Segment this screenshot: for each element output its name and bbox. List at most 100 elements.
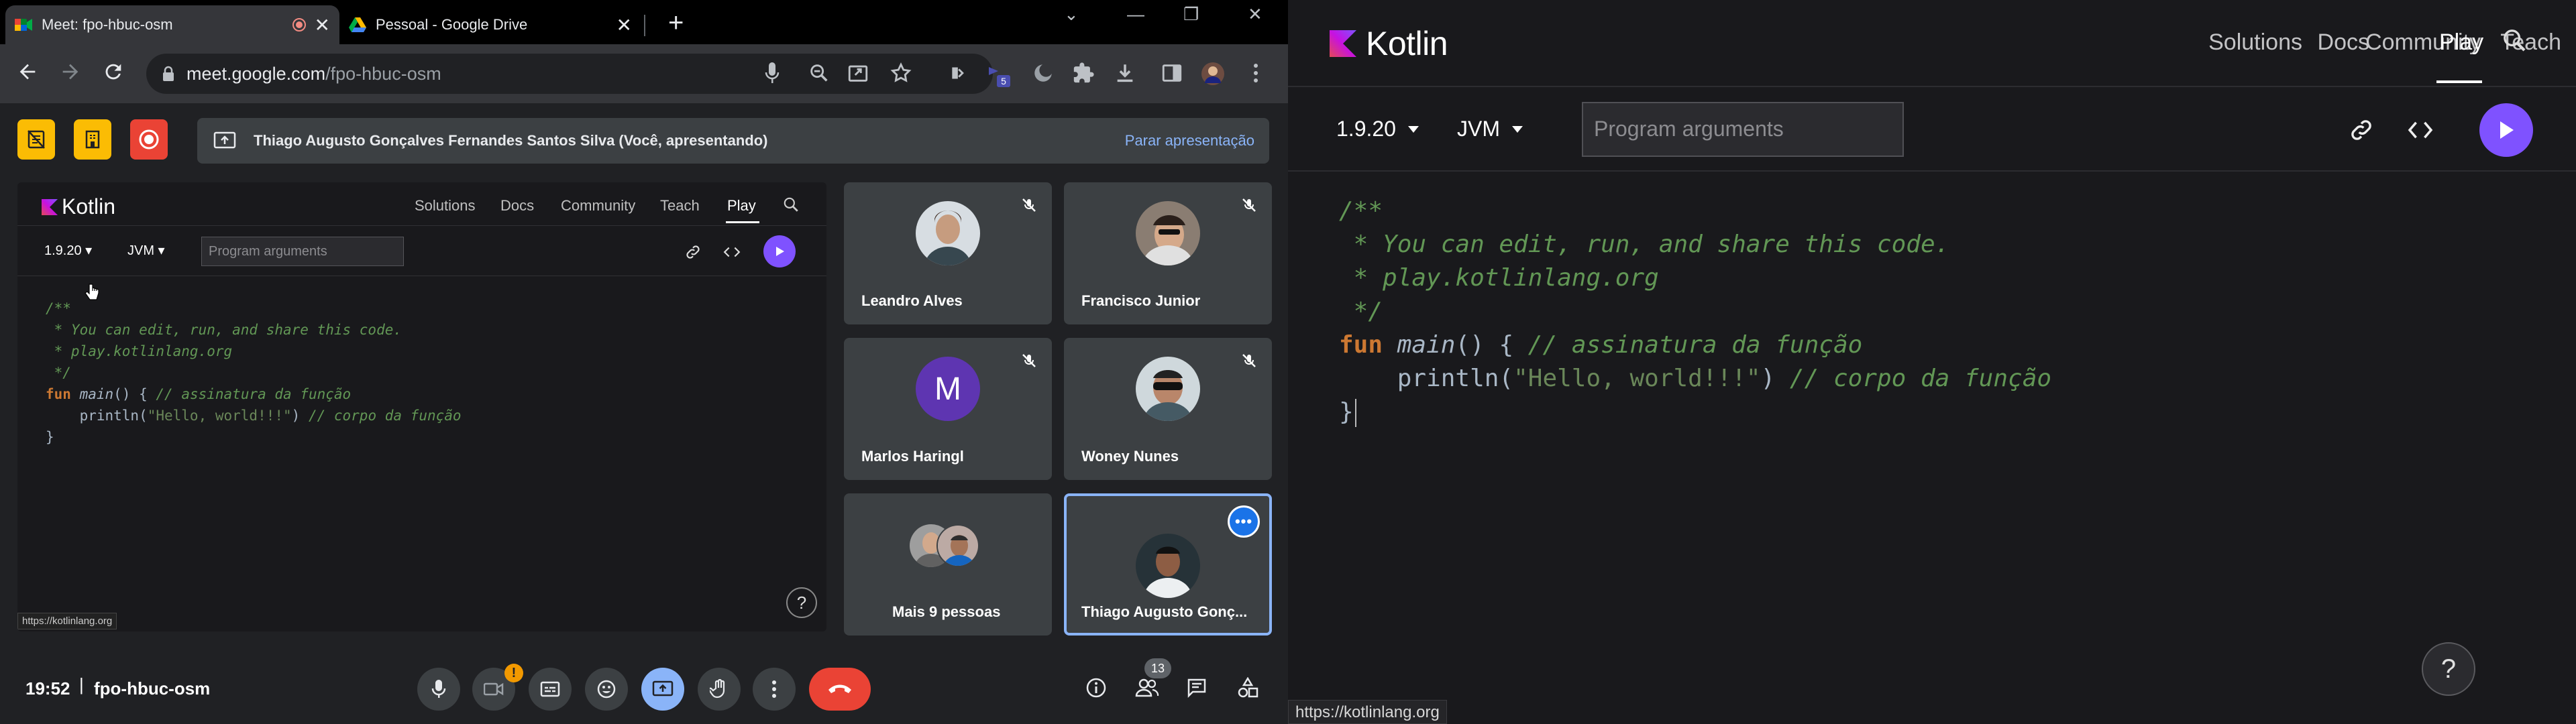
tab-search-icon[interactable]: ⌄ [1064,4,1079,25]
code-embed-icon[interactable] [2407,119,2434,141]
tab-strip: Meet: fpo-hbuc-osm ✕ Pessoal - Google Dr… [0,0,1288,44]
shared-version: 1.9.20 ▾ [44,243,93,258]
mic-off-icon [1021,353,1037,369]
close-tab-icon[interactable]: ✕ [616,14,632,36]
recording-button[interactable] [130,119,168,160]
camera-alert-badge: ! [504,664,523,682]
participant-name: Francisco Junior [1081,292,1201,309]
code-plain: ) [1760,365,1790,392]
url-path: /fpo-hbuc-osm [325,63,441,84]
screen: Meet: fpo-hbuc-osm ✕ Pessoal - Google Dr… [0,0,2576,724]
close-tab-icon[interactable]: ✕ [315,14,330,36]
forward-icon[interactable] [59,60,82,83]
chevron-down-icon [1407,125,1419,133]
extensions-puzzle-icon[interactable] [1072,62,1095,84]
meet-control-bar: 19:52 | fpo-hbuc-osm ! 13 [0,653,1288,724]
more-options-button[interactable]: ••• [1228,505,1260,538]
profile-avatar-icon[interactable] [1201,62,1225,86]
participant-tile[interactable]: Francisco Junior [1064,182,1272,324]
mic-off-icon [1021,197,1037,213]
close-window-icon[interactable]: ✕ [1248,4,1263,25]
avatar [1136,534,1200,598]
microphone-button[interactable] [417,668,460,711]
shared-platform-text: JVM [127,243,154,258]
download-icon[interactable] [1114,62,1136,84]
reload-icon[interactable] [102,60,125,83]
code-plain: } [46,429,54,445]
shared-code-editor: /** * You can edit, run, and share this … [46,298,462,448]
extension-badge-icon[interactable]: 5 [985,62,1014,88]
chevron-down-icon [1512,125,1523,133]
new-tab-icon[interactable]: + [668,8,684,38]
run-button[interactable] [2479,103,2533,157]
captions-button[interactable] [529,668,572,711]
hang-up-icon [827,683,853,695]
tab-drive[interactable]: Pessoal - Google Drive ✕ [339,5,641,44]
nav-play[interactable]: Play [2439,29,2483,56]
shared-nav-solutions: Solutions [415,197,476,214]
search-icon[interactable] [2501,27,2528,54]
participant-tile[interactable]: Leandro Alves [844,182,1052,324]
present-screen-button[interactable] [641,668,684,711]
more-people-label: Mais 9 pessoas [892,603,1001,620]
side-panel-icon[interactable] [1161,62,1183,84]
shared-help-icon: ? [786,587,817,618]
svg-text:5: 5 [1001,76,1006,86]
meet-app: Thiago Augusto Gonçalves Fernandes Santo… [0,103,1288,724]
share-icon[interactable] [847,62,869,84]
code-comment: // corpo da função [308,408,462,424]
leave-call-button[interactable] [809,668,871,711]
layout-button[interactable] [74,119,111,160]
code-comment: // corpo da função [1789,365,2052,392]
code-string: "Hello, world!!!" [1513,365,1761,392]
participant-tile-self[interactable]: ••• Thiago Augusto Gonç... [1064,493,1272,636]
avatar-letter: M [934,371,961,407]
participant-tile[interactable]: M Marlos Haringl [844,338,1052,480]
nav-docs[interactable]: Docs [2318,29,2369,56]
extension-moon-icon[interactable] [1032,62,1055,84]
back-icon[interactable] [16,60,39,83]
chat-icon[interactable] [1186,677,1208,699]
meeting-code: fpo-hbuc-osm [94,678,211,699]
chrome-menu-icon[interactable] [1252,62,1260,84]
lock-icon[interactable] [162,66,174,82]
tab-separator [644,15,645,36]
bookmark-star-icon[interactable] [890,62,912,84]
stop-presenting-button[interactable]: Parar apresentação [1125,132,1254,149]
kotlin-logo-icon [1330,30,1356,57]
meet-favicon-icon [15,17,32,32]
shared-nav-underline [726,221,759,223]
kotlin-logo-icon [42,198,58,215]
kotlin-logo[interactable]: Kotlin [1330,24,1448,63]
meeting-info-icon[interactable] [1085,677,1107,699]
minimize-icon[interactable]: — [1127,4,1144,25]
people-icon[interactable] [1135,677,1159,699]
tab-title: Meet: fpo-hbuc-osm [42,16,173,33]
more-options-button[interactable] [753,668,796,711]
code-editor[interactable]: /** * You can edit, run, and share this … [1339,194,2051,429]
program-arguments-input[interactable]: Program arguments [1582,102,1904,157]
code-fn-name: main [1397,331,1456,359]
help-button[interactable]: ? [2422,642,2475,696]
participant-name: Marlos Haringl [861,448,964,465]
share-link-icon[interactable] [2348,117,2375,143]
extension-cc-icon[interactable] [945,62,967,84]
emoji-reactions-button[interactable] [585,668,628,711]
presenting-banner: Thiago Augusto Gonçalves Fernandes Santo… [197,118,1269,164]
code-line: * You can edit, run, and share this code… [1339,231,1950,258]
nav-solutions[interactable]: Solutions [2208,29,2302,56]
restore-icon[interactable]: ❐ [1183,4,1199,25]
participant-tile[interactable]: Woney Nunes [1064,338,1272,480]
code-line: /** [46,300,71,316]
code-line: */ [46,365,71,381]
raise-hand-button[interactable] [698,668,741,711]
participant-tile-more[interactable]: Mais 9 pessoas [844,493,1052,636]
tab-meet[interactable]: Meet: fpo-hbuc-osm ✕ [5,5,339,44]
activities-icon[interactable] [1237,677,1258,699]
platform-select[interactable]: JVM [1457,117,1523,141]
version-select[interactable]: 1.9.20 [1336,117,1419,141]
microphone-icon[interactable] [765,62,780,84]
camera-icon [484,682,504,697]
hide-notes-button[interactable] [17,119,55,160]
zoom-icon[interactable] [808,62,830,84]
